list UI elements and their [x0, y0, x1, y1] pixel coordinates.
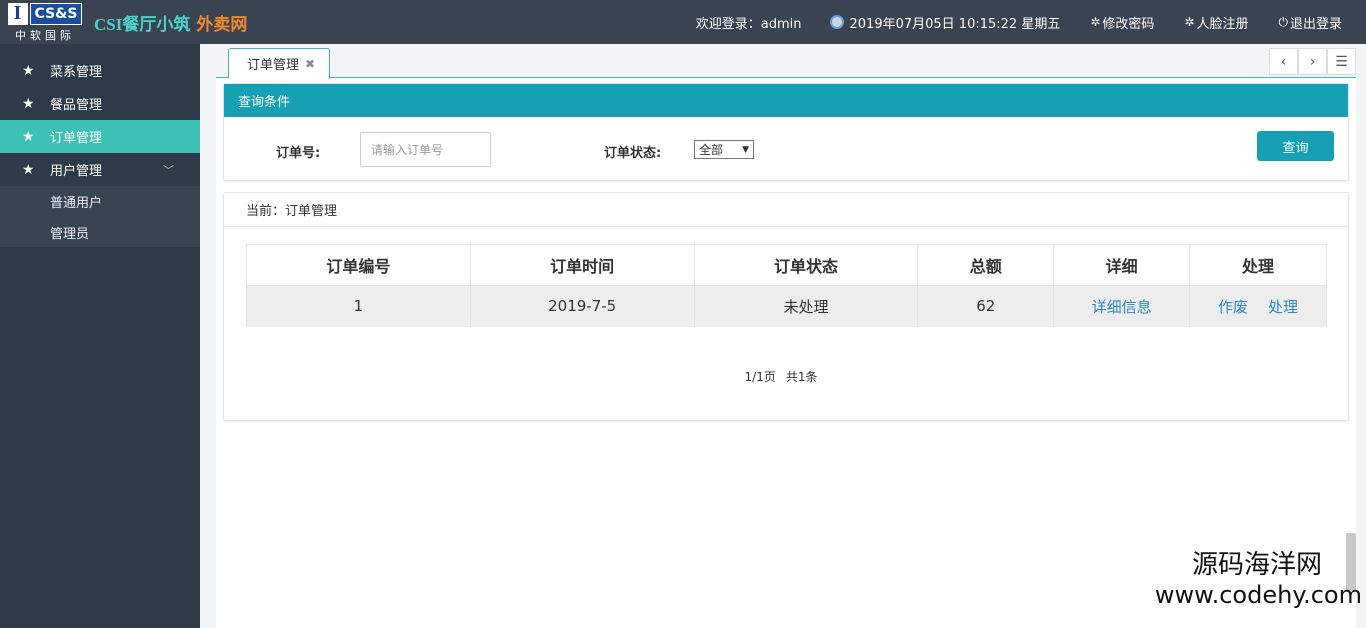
order-table: 订单编号 订单时间 订单状态 总额 详细 处理 1 2019-7-5 未处理 6…: [246, 244, 1327, 327]
column-header: 订单时间: [469, 244, 695, 286]
watermark-url: www.codehy.com: [1154, 581, 1362, 609]
query-panel: 查询条件 订单号: 订单状态: 全部 ▼ 查询: [223, 83, 1349, 181]
order-no-input[interactable]: [360, 132, 491, 167]
brand-accent: 外卖网: [196, 14, 248, 34]
sidebar-item-orders[interactable]: ★ 订单管理: [0, 120, 200, 153]
sidebar-item-dishes[interactable]: ★ 餐品管理: [0, 87, 200, 120]
cell-actions: 作废 处理: [1189, 285, 1327, 327]
tab-bar: 订单管理 ✖ ‹ › ☰: [216, 44, 1356, 79]
gear-icon: ✲: [1184, 15, 1195, 29]
sidebar-item-label: 菜系管理: [50, 65, 103, 80]
datetime-display: 2019年07月05日 10:15:22 星期五: [829, 13, 1061, 32]
cell-order-total: 62: [917, 285, 1055, 327]
tab-menu-button[interactable]: ☰: [1327, 48, 1356, 75]
void-link[interactable]: 作废: [1218, 298, 1248, 316]
watermark-title: 源码海洋网: [1191, 550, 1322, 580]
change-password-link[interactable]: ✲ 修改密码: [1090, 13, 1154, 32]
breadcrumb: 当前：订单管理: [224, 193, 1348, 227]
power-icon: ⏻: [1278, 14, 1288, 29]
sidebar-subitem-normal-users[interactable]: 普通用户: [0, 186, 200, 217]
face-register-link[interactable]: ✲ 人脸注册: [1184, 13, 1248, 32]
pager-total: 共1条: [785, 370, 818, 384]
sidebar-item-label: 用户管理: [50, 164, 103, 179]
caret-down-icon: ▼: [742, 144, 749, 155]
order-list-panel: 当前：订单管理 订单编号 订单时间 订单状态 总额 详细 处理 1 2019-7…: [223, 192, 1349, 421]
table-row: 1 2019-7-5 未处理 62 详细信息 作废 处理: [246, 285, 1327, 327]
order-status-select[interactable]: 全部 ▼: [694, 140, 754, 159]
logo-text: CS&S: [29, 2, 83, 25]
sidebar-submenu-users: 普通用户 管理员: [0, 186, 200, 248]
tab-label: 订单管理: [247, 58, 300, 73]
table-header-row: 订单编号 订单时间 订单状态 总额 详细 处理: [246, 244, 1327, 286]
list-icon: ☰: [1335, 53, 1348, 70]
sidebar: ★ 菜系管理 ★ 餐品管理 ★ 订单管理 ★ 用户管理 ﹀ 普通用户 管理员: [0, 44, 200, 628]
column-header: 处理: [1189, 244, 1327, 286]
site-brand: CSI餐厅小筑 外卖网: [94, 10, 247, 35]
cell-order-status: 未处理: [693, 285, 919, 327]
logout-label: 退出登录: [1289, 16, 1342, 32]
main-content: 订单管理 ✖ ‹ › ☰ 查询条件 订单号: 订单状态: 全部 ▼ 查询 当前：…: [216, 44, 1356, 628]
query-form: 订单号: 订单状态: 全部 ▼ 查询: [224, 117, 1348, 182]
sidebar-item-cuisine[interactable]: ★ 菜系管理: [0, 54, 200, 87]
clock-icon: [829, 15, 844, 29]
brand-main: CSI餐厅小筑: [94, 14, 191, 34]
star-icon: ★: [22, 128, 35, 145]
welcome-text: 欢迎登录：admin: [695, 16, 802, 32]
sidebar-item-label: 订单管理: [50, 131, 103, 146]
pager-pages: 1/1页: [744, 370, 776, 384]
cell-detail: 详细信息: [1053, 285, 1191, 327]
pagination: 1/1页 共1条: [224, 368, 1348, 385]
order-no-label: 订单号:: [276, 146, 321, 161]
chevron-down-icon: ﹀: [163, 163, 174, 177]
watermark: 源码海洋网 www.codehy.com: [1155, 544, 1362, 609]
detail-link[interactable]: 详细信息: [1092, 298, 1152, 316]
order-status-label: 订单状态:: [604, 146, 662, 161]
star-icon: ★: [22, 161, 35, 178]
chevron-left-icon: ‹: [1280, 53, 1287, 70]
cell-order-id: 1: [246, 285, 471, 327]
sidebar-subitem-admins[interactable]: 管理员: [0, 217, 200, 248]
change-password-label: 修改密码: [1102, 16, 1155, 32]
column-header: 订单编号: [246, 244, 471, 286]
sidebar-item-label: 餐品管理: [50, 98, 103, 113]
logo-subtitle: 中软国际: [15, 28, 75, 42]
cell-order-time: 2019-7-5: [469, 285, 695, 327]
query-panel-title: 查询条件: [224, 84, 1348, 117]
logo-mark: I: [7, 2, 28, 25]
company-logo: I CS&S 中软国际: [2, 0, 88, 44]
column-header: 订单状态: [693, 244, 919, 286]
tab-next-button[interactable]: ›: [1298, 48, 1327, 75]
sidebar-item-users[interactable]: ★ 用户管理 ﹀: [0, 153, 200, 186]
tab-orders[interactable]: 订单管理 ✖: [228, 48, 330, 79]
face-register-label: 人脸注册: [1196, 16, 1249, 32]
top-right-area: 欢迎登录：admin 2019年07月05日 10:15:22 星期五 ✲ 修改…: [696, 0, 1366, 44]
top-bar: I CS&S 中软国际 CSI餐厅小筑 外卖网 欢迎登录：admin 2019年0…: [0, 0, 1366, 44]
column-header: 总额: [917, 244, 1055, 286]
datetime-text: 2019年07月05日 10:15:22 星期五: [849, 16, 1061, 32]
order-status-value: 全部: [699, 143, 724, 157]
star-icon: ★: [22, 95, 35, 112]
column-header: 详细: [1053, 244, 1191, 286]
tab-controls: ‹ › ☰: [1269, 48, 1356, 75]
tab-prev-button[interactable]: ‹: [1269, 48, 1298, 75]
search-button[interactable]: 查询: [1257, 131, 1334, 161]
gear-icon: ✲: [1090, 15, 1101, 29]
chevron-right-icon: ›: [1309, 53, 1316, 70]
close-icon[interactable]: ✖: [305, 57, 315, 71]
logout-link[interactable]: ⏻ 退出登录: [1278, 13, 1342, 32]
star-icon: ★: [22, 62, 35, 79]
process-link[interactable]: 处理: [1268, 298, 1298, 316]
